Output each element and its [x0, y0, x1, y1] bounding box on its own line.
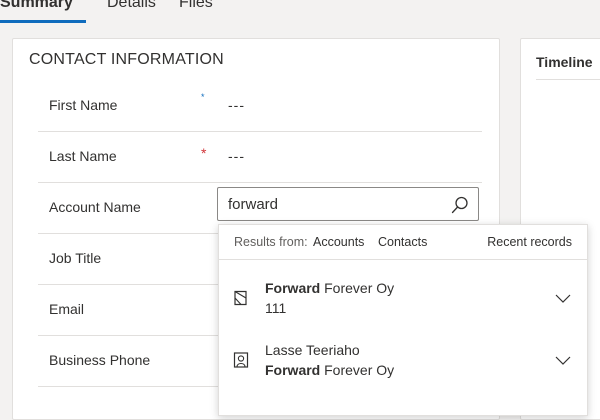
tab-details[interactable]: Details: [107, 0, 156, 12]
filter-accounts-link[interactable]: Accounts: [313, 225, 364, 259]
divider: [536, 79, 600, 80]
result-title: Forward Forever Oy: [265, 280, 394, 296]
lookup-input-value[interactable]: forward: [228, 188, 278, 222]
email-label: Email: [49, 301, 85, 317]
result-subtitle: Forward Forever Oy: [265, 362, 394, 378]
field-row-last-name: Last Name * ---: [38, 131, 482, 183]
filter-contacts-link[interactable]: Contacts: [378, 225, 427, 259]
business-phone-label: Business Phone: [49, 352, 151, 368]
lookup-result-item[interactable]: Forward Forever Oy 111: [219, 267, 587, 329]
account-name-label: Account Name: [49, 199, 141, 215]
recent-records-link[interactable]: Recent records: [487, 225, 572, 259]
result-title: Lasse Teeriaho: [265, 342, 360, 358]
job-title-label: Job Title: [49, 250, 102, 266]
account-name-lookup-input[interactable]: forward: [217, 187, 479, 221]
field-row-first-name: First Name * ---: [38, 80, 482, 132]
results-filter-bar: Results from: Accounts Contacts Recent r…: [219, 225, 587, 260]
result-title-rest: Forever Oy: [320, 280, 395, 296]
last-name-label: Last Name: [49, 148, 117, 164]
lookup-results-dropdown: Results from: Accounts Contacts Recent r…: [218, 224, 588, 416]
timeline-title: Timeline: [536, 54, 593, 70]
first-name-field[interactable]: ---: [228, 80, 245, 131]
tab-files[interactable]: Files: [179, 0, 213, 12]
match-text: Forward: [265, 280, 321, 296]
account-icon: [234, 290, 247, 306]
lookup-result-item[interactable]: Lasse Teeriaho Forward Forever Oy: [219, 329, 587, 391]
result-subtitle: 111: [265, 300, 287, 316]
last-name-field[interactable]: ---: [228, 131, 245, 182]
required-marker: *: [201, 145, 207, 161]
chevron-down-icon[interactable]: [554, 351, 572, 369]
first-name-label: First Name: [49, 97, 118, 113]
required-marker: *: [201, 92, 205, 102]
result-subtitle-rest: Forever Oy: [320, 362, 395, 378]
contact-icon: [233, 352, 249, 368]
tab-bar: Summary Details Files: [0, 0, 600, 26]
section-title: CONTACT INFORMATION: [29, 51, 224, 68]
chevron-down-icon[interactable]: [554, 289, 572, 307]
results-from-label: Results from:: [234, 235, 308, 249]
active-tab-indicator: [0, 20, 86, 23]
tab-summary[interactable]: Summary: [0, 0, 73, 12]
match-text: Forward: [265, 362, 321, 378]
search-icon[interactable]: [450, 195, 470, 215]
